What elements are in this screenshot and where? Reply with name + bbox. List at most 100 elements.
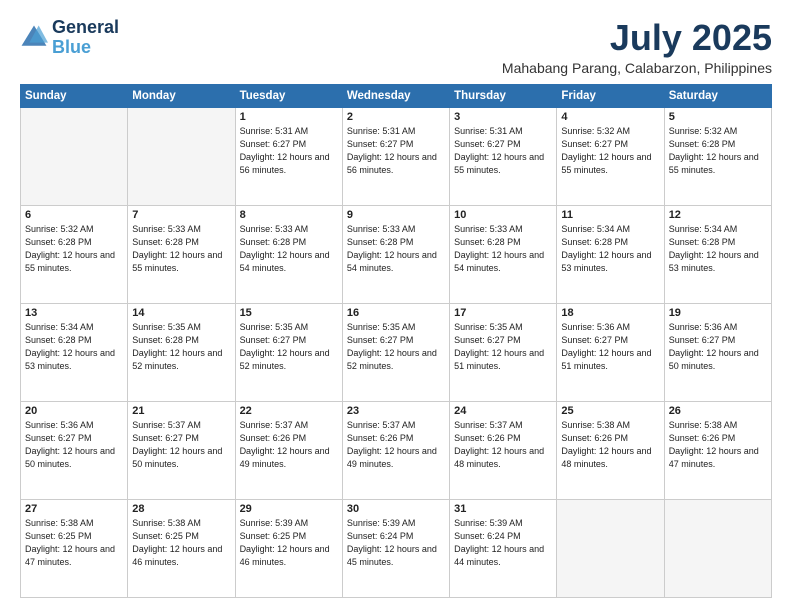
calendar-cell: [21, 107, 128, 205]
day-number: 12: [669, 209, 767, 221]
calendar-cell: 5Sunrise: 5:32 AM Sunset: 6:28 PM Daylig…: [664, 107, 771, 205]
day-number: 7: [132, 209, 230, 221]
day-number: 4: [561, 111, 659, 123]
calendar-table: SundayMondayTuesdayWednesdayThursdayFrid…: [20, 84, 772, 598]
day-number: 24: [454, 405, 552, 417]
page: General Blue July 2025 Mahabang Parang, …: [0, 0, 792, 612]
week-row-2: 13 Sunrise: 5:34 AM Sunset: 6:28 PM Dayli…: [21, 303, 772, 401]
cell-info: Sunrise: 5:34 AM Sunset: 6:28 PM Dayligh…: [561, 223, 659, 275]
day-number: 28: [132, 503, 230, 515]
week-row-0: 1 Sunrise: 5:31 AM Sunset: 6:27 PM Daylig…: [21, 107, 772, 205]
cell-info: Sunrise: 5:32 AM Sunset: 6:27 PM Dayligh…: [561, 125, 659, 177]
cell-info: Sunrise: 5:34 AM Sunset: 6:28 PM Dayligh…: [25, 321, 123, 373]
location-title: Mahabang Parang, Calabarzon, Philippines: [502, 60, 772, 76]
day-number: 9: [347, 209, 445, 221]
calendar-cell: 29Sunrise: 5:39 AM Sunset: 6:25 PM Dayli…: [235, 499, 342, 597]
cell-info: Sunrise: 5:33 AM Sunset: 6:28 PM Dayligh…: [240, 223, 338, 275]
col-header-friday: Friday: [557, 84, 664, 107]
cell-info: Sunrise: 5:31 AM Sunset: 6:27 PM Dayligh…: [454, 125, 552, 177]
col-header-sunday: Sunday: [21, 84, 128, 107]
day-number: 1: [240, 111, 338, 123]
calendar-cell: 3 Sunrise: 5:31 AM Sunset: 6:27 PM Daylig…: [450, 107, 557, 205]
cell-info: Sunrise: 5:38 AM Sunset: 6:25 PM Dayligh…: [132, 517, 230, 569]
day-number: 6: [25, 209, 123, 221]
title-block: July 2025 Mahabang Parang, Calabarzon, P…: [502, 18, 772, 76]
day-number: 3: [454, 111, 552, 123]
calendar-cell: 13 Sunrise: 5:34 AM Sunset: 6:28 PM Dayli…: [21, 303, 128, 401]
calendar-cell: 1 Sunrise: 5:31 AM Sunset: 6:27 PM Daylig…: [235, 107, 342, 205]
week-row-3: 20Sunrise: 5:36 AM Sunset: 6:27 PM Dayli…: [21, 401, 772, 499]
cell-info: Sunrise: 5:35 AM Sunset: 6:27 PM Dayligh…: [240, 321, 338, 373]
cell-info: Sunrise: 5:35 AM Sunset: 6:28 PM Dayligh…: [132, 321, 230, 373]
cell-info: Sunrise: 5:37 AM Sunset: 6:27 PM Dayligh…: [132, 419, 230, 471]
cell-info: Sunrise: 5:31 AM Sunset: 6:27 PM Dayligh…: [240, 125, 338, 177]
col-header-tuesday: Tuesday: [235, 84, 342, 107]
day-number: 20: [25, 405, 123, 417]
day-number: 13: [25, 307, 123, 319]
cell-info: Sunrise: 5:36 AM Sunset: 6:27 PM Dayligh…: [669, 321, 767, 373]
cell-info: Sunrise: 5:32 AM Sunset: 6:28 PM Dayligh…: [669, 125, 767, 177]
calendar-cell: 30Sunrise: 5:39 AM Sunset: 6:24 PM Dayli…: [342, 499, 449, 597]
day-number: 26: [669, 405, 767, 417]
calendar-cell: 31 Sunrise: 5:39 AM Sunset: 6:24 PM Dayli…: [450, 499, 557, 597]
logo-line1: General: [52, 18, 119, 38]
calendar-cell: 19Sunrise: 5:36 AM Sunset: 6:27 PM Dayli…: [664, 303, 771, 401]
cell-info: Sunrise: 5:37 AM Sunset: 6:26 PM Dayligh…: [240, 419, 338, 471]
calendar-cell: 20Sunrise: 5:36 AM Sunset: 6:27 PM Dayli…: [21, 401, 128, 499]
cell-info: Sunrise: 5:39 AM Sunset: 6:25 PM Dayligh…: [240, 517, 338, 569]
cell-info: Sunrise: 5:32 AM Sunset: 6:28 PM Dayligh…: [25, 223, 123, 275]
logo-text: General Blue: [52, 18, 119, 58]
calendar-cell: 11 Sunrise: 5:34 AM Sunset: 6:28 PM Dayli…: [557, 205, 664, 303]
calendar-cell: 25 Sunrise: 5:38 AM Sunset: 6:26 PM Dayli…: [557, 401, 664, 499]
day-number: 2: [347, 111, 445, 123]
calendar-cell: 8 Sunrise: 5:33 AM Sunset: 6:28 PM Daylig…: [235, 205, 342, 303]
col-header-wednesday: Wednesday: [342, 84, 449, 107]
cell-info: Sunrise: 5:38 AM Sunset: 6:26 PM Dayligh…: [561, 419, 659, 471]
day-number: 27: [25, 503, 123, 515]
logo-line2: Blue: [52, 37, 91, 57]
calendar-cell: [664, 499, 771, 597]
cell-info: Sunrise: 5:37 AM Sunset: 6:26 PM Dayligh…: [454, 419, 552, 471]
calendar-cell: 15 Sunrise: 5:35 AM Sunset: 6:27 PM Dayli…: [235, 303, 342, 401]
calendar-cell: 6 Sunrise: 5:32 AM Sunset: 6:28 PM Daylig…: [21, 205, 128, 303]
calendar-cell: 17 Sunrise: 5:35 AM Sunset: 6:27 PM Dayli…: [450, 303, 557, 401]
day-number: 25: [561, 405, 659, 417]
calendar-cell: 16Sunrise: 5:35 AM Sunset: 6:27 PM Dayli…: [342, 303, 449, 401]
calendar-cell: 18Sunrise: 5:36 AM Sunset: 6:27 PM Dayli…: [557, 303, 664, 401]
col-header-monday: Monday: [128, 84, 235, 107]
day-number: 31: [454, 503, 552, 515]
col-header-saturday: Saturday: [664, 84, 771, 107]
cell-info: Sunrise: 5:35 AM Sunset: 6:27 PM Dayligh…: [347, 321, 445, 373]
calendar-cell: 27Sunrise: 5:38 AM Sunset: 6:25 PM Dayli…: [21, 499, 128, 597]
cell-info: Sunrise: 5:39 AM Sunset: 6:24 PM Dayligh…: [454, 517, 552, 569]
cell-info: Sunrise: 5:33 AM Sunset: 6:28 PM Dayligh…: [132, 223, 230, 275]
calendar-cell: 24 Sunrise: 5:37 AM Sunset: 6:26 PM Dayli…: [450, 401, 557, 499]
day-number: 10: [454, 209, 552, 221]
calendar-cell: 22 Sunrise: 5:37 AM Sunset: 6:26 PM Dayli…: [235, 401, 342, 499]
logo: General Blue: [20, 18, 119, 58]
calendar-cell: 4 Sunrise: 5:32 AM Sunset: 6:27 PM Daylig…: [557, 107, 664, 205]
day-number: 15: [240, 307, 338, 319]
cell-info: Sunrise: 5:38 AM Sunset: 6:26 PM Dayligh…: [669, 419, 767, 471]
day-number: 17: [454, 307, 552, 319]
cell-info: Sunrise: 5:35 AM Sunset: 6:27 PM Dayligh…: [454, 321, 552, 373]
calendar-cell: 21 Sunrise: 5:37 AM Sunset: 6:27 PM Dayli…: [128, 401, 235, 499]
cell-info: Sunrise: 5:37 AM Sunset: 6:26 PM Dayligh…: [347, 419, 445, 471]
cell-info: Sunrise: 5:34 AM Sunset: 6:28 PM Dayligh…: [669, 223, 767, 275]
cell-info: Sunrise: 5:31 AM Sunset: 6:27 PM Dayligh…: [347, 125, 445, 177]
logo-icon: [20, 24, 48, 52]
calendar-cell: [557, 499, 664, 597]
calendar-cell: 28 Sunrise: 5:38 AM Sunset: 6:25 PM Dayli…: [128, 499, 235, 597]
calendar-cell: 10Sunrise: 5:33 AM Sunset: 6:28 PM Dayli…: [450, 205, 557, 303]
month-title: July 2025: [502, 18, 772, 58]
calendar-cell: 9Sunrise: 5:33 AM Sunset: 6:28 PM Daylig…: [342, 205, 449, 303]
day-number: 21: [132, 405, 230, 417]
day-number: 22: [240, 405, 338, 417]
day-number: 8: [240, 209, 338, 221]
calendar-cell: 26 Sunrise: 5:38 AM Sunset: 6:26 PM Dayli…: [664, 401, 771, 499]
col-header-thursday: Thursday: [450, 84, 557, 107]
week-row-4: 27 Sunrise: 5:38 AM Sunset: 6:25 PM Dayli…: [21, 499, 772, 597]
calendar-cell: 2 Sunrise: 5:31 AM Sunset: 6:27 PM Daylig…: [342, 107, 449, 205]
day-number: 11: [561, 209, 659, 221]
day-number: 18: [561, 307, 659, 319]
